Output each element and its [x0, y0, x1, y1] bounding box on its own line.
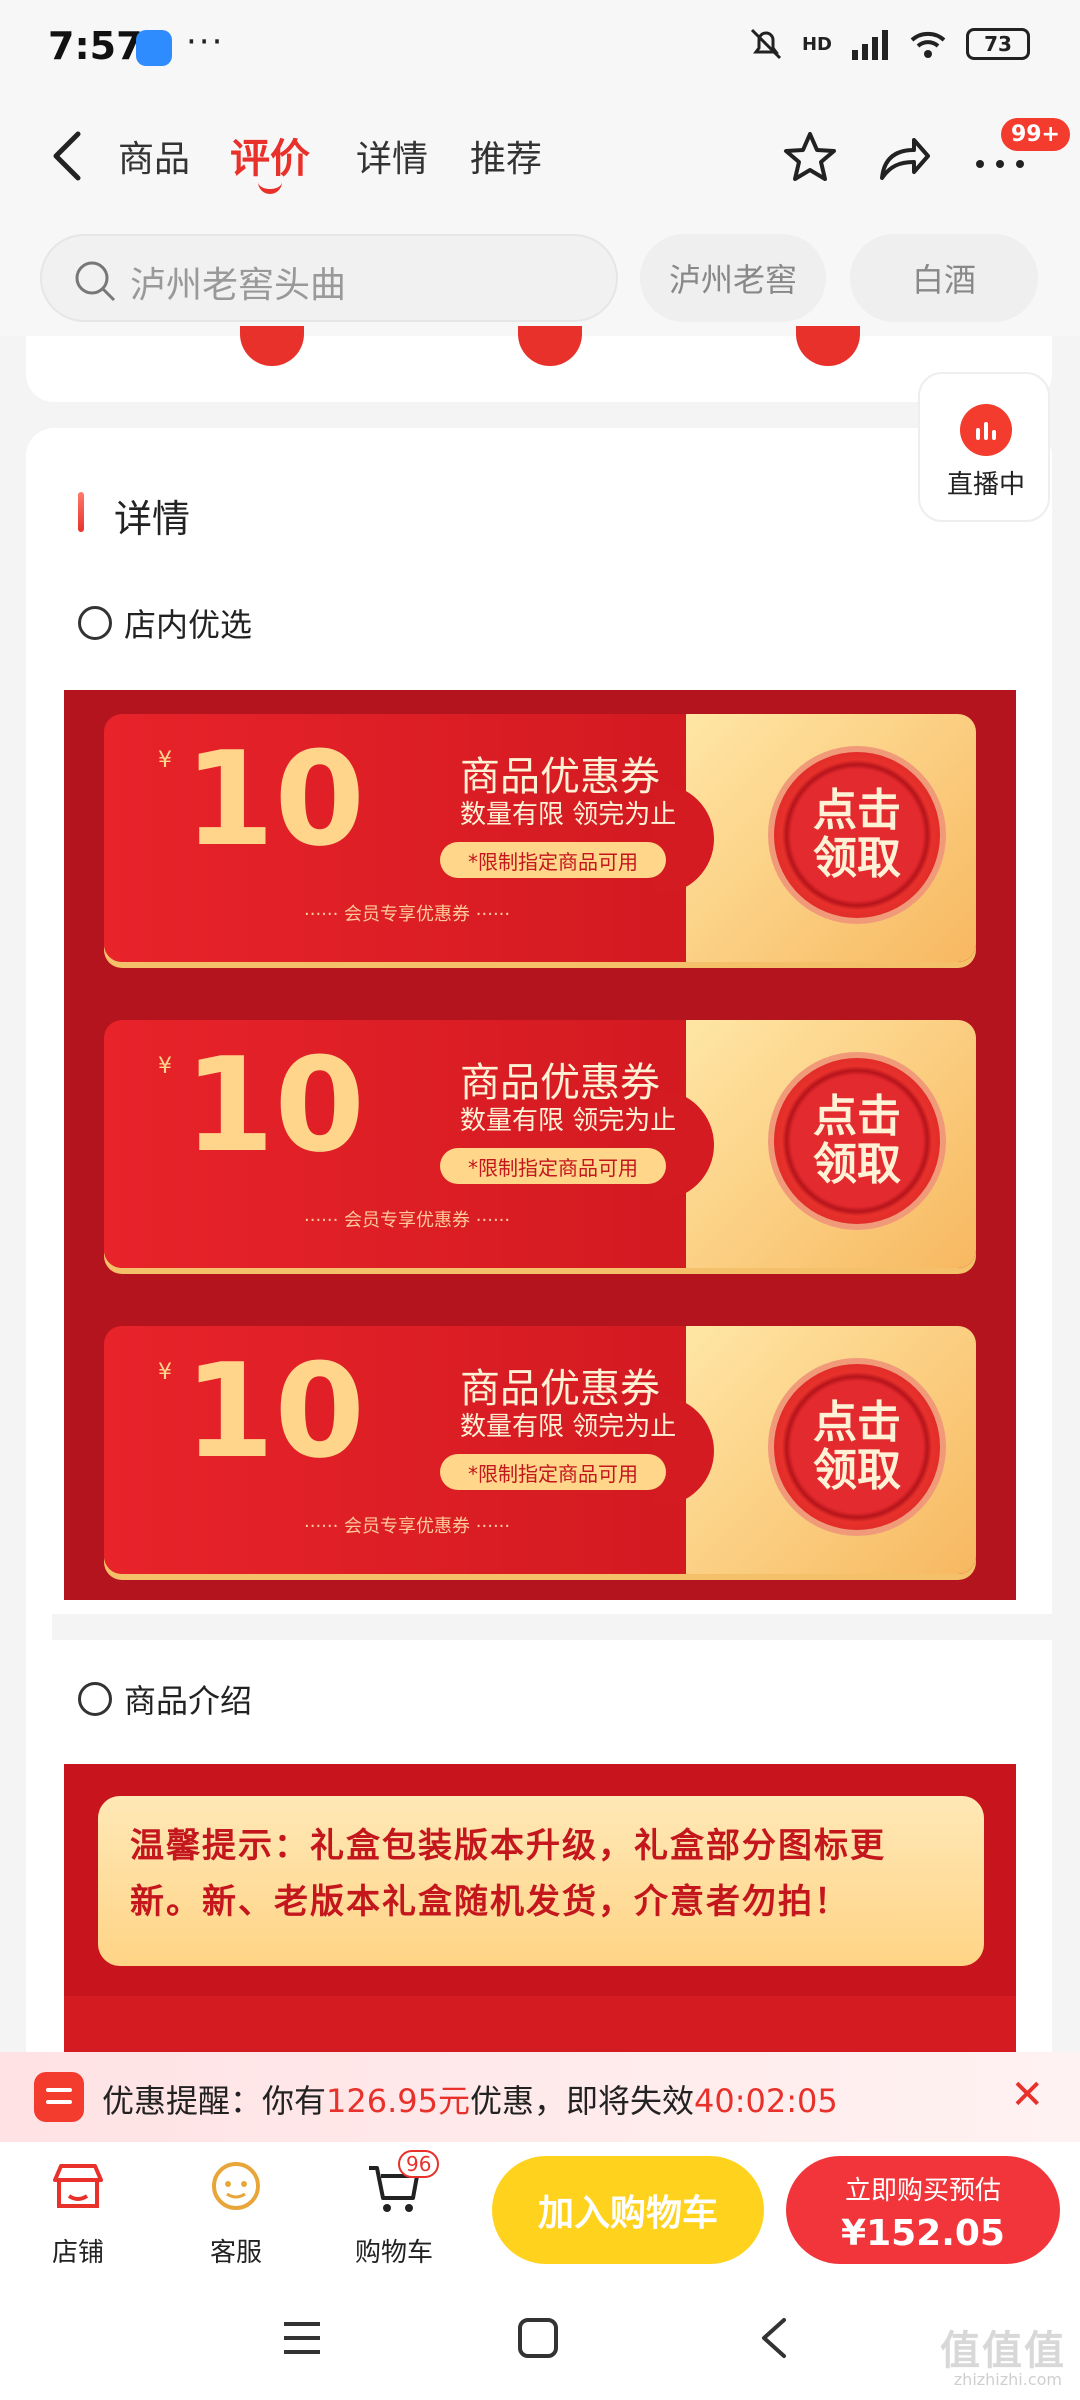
- app-notification-icon: [136, 30, 172, 66]
- favorite-star-icon[interactable]: [780, 128, 840, 188]
- details-card: 详情 店内优选 ¥ 10 商品优惠券 数量有限 领完为止 *限制指定商品可用 ·…: [26, 428, 1052, 2128]
- product-nav-bar: 商品 评价 详情 推荐 99+: [0, 100, 1080, 220]
- watermark-url: zhizhizhi.com: [953, 2370, 1062, 2389]
- coupon-card[interactable]: ¥ 10 商品优惠券 数量有限 领完为止 *限制指定商品可用 ······ 会员…: [104, 1326, 976, 1574]
- wifi-icon: [910, 31, 946, 58]
- tab-details[interactable]: 详情: [356, 130, 428, 182]
- search-placeholder: 泸州老窖头曲: [130, 265, 347, 306]
- cart-button[interactable]: 96 购物车: [334, 2150, 454, 2269]
- live-label: 直播中: [946, 470, 1025, 500]
- shop-picks-heading: 店内优选: [78, 600, 252, 646]
- mute-bell-icon: [750, 28, 782, 60]
- section-divider: [52, 1614, 1052, 1640]
- search-input[interactable]: 泸州老窖头曲: [40, 234, 618, 322]
- tab-reviews-label: 评价: [230, 136, 310, 182]
- shop-button[interactable]: 店铺: [18, 2156, 138, 2269]
- watermark-logo: 值值值: [940, 2328, 1066, 2374]
- product-intro-heading: 商品介绍: [78, 1676, 252, 1722]
- reminder-amount: 126.95元: [326, 2082, 470, 2120]
- coupon-amount: 10: [184, 723, 365, 875]
- shop-label: 店铺: [51, 2238, 104, 2268]
- back-arrow-icon[interactable]: [44, 126, 94, 186]
- shop-icon: [53, 2164, 103, 2208]
- buy-now-label: 立即购买预估: [844, 2176, 1001, 2206]
- coupon-amount: 10: [184, 1029, 365, 1181]
- cart-icon[interactable]: [518, 326, 582, 366]
- tab-reviews[interactable]: 评价: [230, 126, 310, 194]
- customer-service-icon: [212, 2162, 260, 2210]
- claim-coupon-button[interactable]: 点击领取: [768, 1358, 946, 1536]
- coupon-subtitle: 数量有限 领完为止: [460, 1106, 677, 1136]
- claim-label: 点击领取: [813, 784, 901, 884]
- search-row: 泸州老窖头曲 泸州老窖 白酒: [0, 220, 1080, 336]
- recent-apps-icon[interactable]: [280, 2318, 324, 2358]
- status-bar: 7:57 ··· HD 73: [0, 0, 1080, 100]
- claim-coupon-button[interactable]: 点击领取: [768, 746, 946, 924]
- claim-label: 点击领取: [813, 1090, 901, 1190]
- coupon-limit: *限制指定商品可用: [440, 842, 666, 878]
- customer-service-button[interactable]: 客服: [176, 2156, 296, 2269]
- product-intro-icon: [78, 1682, 112, 1716]
- reminder-countdown: 40:02:05: [694, 2082, 838, 2120]
- section-accent-bar: [78, 492, 84, 532]
- intro-notice: 温馨提示：礼盒包装版本升级，礼盒部分图标更新。新、老版本礼盒随机发货，介意者勿拍…: [98, 1796, 984, 1966]
- shop-picks-label: 店内优选: [124, 606, 253, 644]
- shop-picks-icon: [78, 606, 112, 640]
- more-notifications-icon: ···: [186, 22, 225, 62]
- discount-reminder-bar[interactable]: 优惠提醒：你有126.95元优惠，即将失效40:02:05 ✕: [0, 2052, 1080, 2142]
- share-icon[interactable]: [874, 128, 934, 188]
- search-chip-category[interactable]: 白酒: [850, 234, 1038, 322]
- discount-reminder-text: 优惠提醒：你有126.95元优惠，即将失效40:02:05: [102, 2076, 838, 2122]
- buy-now-button[interactable]: 立即购买预估 ¥152.05: [786, 2156, 1060, 2264]
- home-icon[interactable]: [516, 2316, 560, 2360]
- coupon-member-note: ······ 会员专享优惠券 ······: [304, 904, 511, 925]
- coupon-currency: ¥: [158, 1054, 172, 1079]
- coupon-member-note: ······ 会员专享优惠券 ······: [304, 1516, 511, 1537]
- coupon-currency: ¥: [158, 748, 172, 773]
- coupon-icon: [34, 2072, 84, 2122]
- claim-coupon-button[interactable]: 点击领取: [768, 1052, 946, 1230]
- cart-label: 购物车: [354, 2238, 433, 2268]
- coupon-banner: ¥ 10 商品优惠券 数量有限 领完为止 *限制指定商品可用 ······ 会员…: [64, 690, 1016, 1600]
- buy-now-price: ¥152.05: [841, 2213, 1005, 2254]
- coupon-subtitle: 数量有限 领完为止: [460, 800, 677, 830]
- active-tab-indicator: [258, 182, 282, 194]
- live-icon: [960, 404, 1012, 456]
- section-title-details: 详情: [114, 497, 191, 541]
- coupon-limit: *限制指定商品可用: [440, 1454, 666, 1490]
- claim-label: 点击领取: [813, 1396, 901, 1496]
- previous-section-card: [26, 326, 1052, 402]
- customer-service-label: 客服: [209, 2238, 262, 2268]
- signal-icon: [852, 30, 888, 60]
- cart-icon[interactable]: [796, 326, 860, 366]
- coupon-amount: 10: [184, 1335, 365, 1487]
- reminder-middle: 优惠，即将失效: [470, 2082, 695, 2120]
- back-icon[interactable]: [756, 2316, 792, 2360]
- message-badge: 99+: [1000, 118, 1070, 151]
- system-navigation-bar: 值值值 zhizhizhi.com: [0, 2282, 1080, 2400]
- coupon-card[interactable]: ¥ 10 商品优惠券 数量有限 领完为止 *限制指定商品可用 ······ 会员…: [104, 1020, 976, 1268]
- search-chip-brand[interactable]: 泸州老窖: [640, 234, 826, 322]
- live-stream-button[interactable]: 直播中: [918, 372, 1050, 522]
- coupon-subtitle: 数量有限 领完为止: [460, 1412, 677, 1442]
- tab-recommend[interactable]: 推荐: [470, 130, 542, 182]
- coupon-currency: ¥: [158, 1360, 172, 1385]
- network-type: HD: [801, 33, 832, 55]
- coupon-limit: *限制指定商品可用: [440, 1148, 666, 1184]
- bottom-action-bar: 店铺 客服 96 购物车 加入购物车 立即购买预估 ¥152.05: [0, 2142, 1080, 2282]
- product-intro-label: 商品介绍: [124, 1682, 253, 1720]
- coupon-member-note: ······ 会员专享优惠券 ······: [304, 1210, 511, 1231]
- add-to-cart-button[interactable]: 加入购物车: [492, 2156, 764, 2264]
- battery-indicator: 73: [966, 28, 1030, 60]
- coupon-card[interactable]: ¥ 10 商品优惠券 数量有限 领完为止 *限制指定商品可用 ······ 会员…: [104, 714, 976, 962]
- cart-icon[interactable]: [240, 326, 304, 366]
- reminder-prefix: 优惠提醒：你有: [102, 2082, 327, 2120]
- clock: 7:57: [48, 24, 143, 68]
- tab-product[interactable]: 商品: [118, 130, 190, 182]
- cart-count-badge: 96: [398, 2150, 440, 2178]
- search-icon: [75, 261, 116, 302]
- close-icon[interactable]: ✕: [1010, 2072, 1044, 2118]
